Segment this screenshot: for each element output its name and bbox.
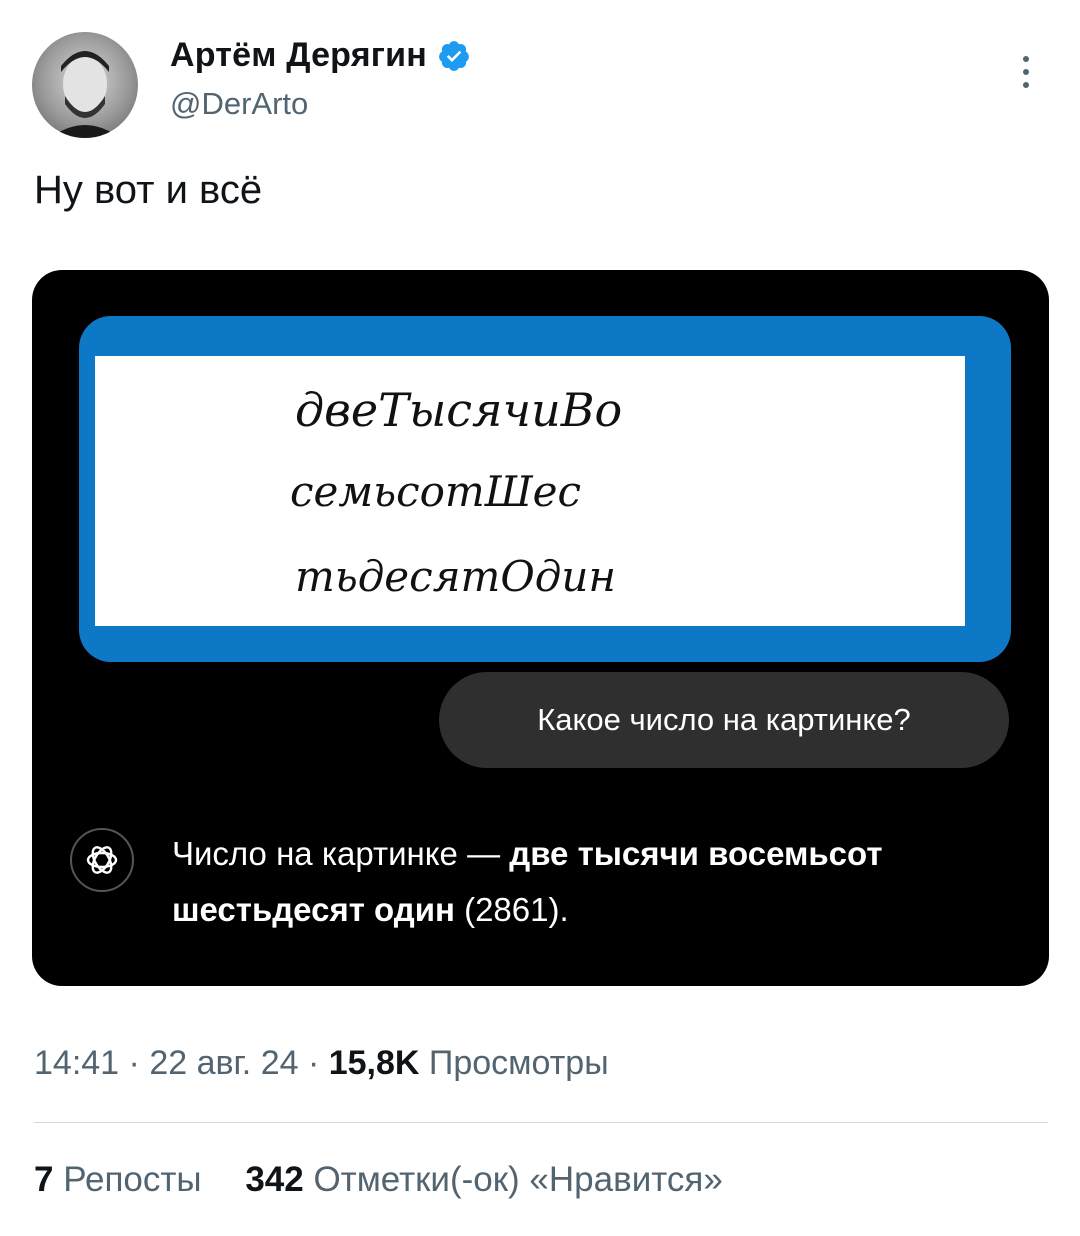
- likes-count: 342: [245, 1160, 304, 1199]
- author-name[interactable]: Артём Дерягин: [170, 36, 427, 75]
- views-label[interactable]: Просмотры: [419, 1044, 609, 1082]
- reposts-label: Репосты: [53, 1160, 202, 1199]
- verified-badge-icon: [439, 40, 469, 71]
- tweet-text: Ну вот и всё: [34, 168, 263, 212]
- handwriting-image: двеТысячиВо семьсотШес тьдесятОдин: [95, 356, 965, 626]
- tweet-stats: 7 Репосты 342 Отметки(-ок) «Нравится»: [34, 1160, 757, 1200]
- handwriting-line-1: двеТысячиВо: [295, 383, 622, 437]
- views-count[interactable]: 15,8K: [329, 1044, 420, 1082]
- answer-suffix: (2861).: [454, 891, 569, 928]
- likes-stat[interactable]: 342 Отметки(-ок) «Нравится»: [245, 1160, 722, 1199]
- user-prompt-text: Какое число на картинке?: [537, 702, 911, 737]
- tweet-media-image[interactable]: двеТысячиВо семьсотШес тьдесятОдин Какое…: [32, 270, 1049, 986]
- tweet-time[interactable]: 14:41: [34, 1044, 119, 1082]
- divider: [34, 1122, 1048, 1123]
- chatgpt-logo-icon: [70, 828, 134, 892]
- tweet-date[interactable]: 22 авг. 24: [149, 1044, 298, 1082]
- reposts-stat[interactable]: 7 Репосты: [34, 1160, 202, 1199]
- handwriting-svg: двеТысячиВо семьсотШес тьдесятОдин: [290, 383, 622, 601]
- meta-separator: ·: [119, 1044, 150, 1082]
- avatar[interactable]: [32, 32, 138, 138]
- meta-separator: ·: [298, 1044, 329, 1082]
- assistant-answer: Число на картинке — две тысячи восемьсот…: [172, 826, 892, 938]
- more-options-icon[interactable]: [1014, 56, 1038, 96]
- author-handle[interactable]: @DerArto: [170, 86, 308, 122]
- likes-label: Отметки(-ок) «Нравится»: [303, 1160, 723, 1199]
- user-prompt-bubble: Какое число на картинке?: [439, 672, 1009, 768]
- handwriting-line-3: тьдесятОдин: [295, 552, 616, 601]
- reposts-count: 7: [34, 1160, 54, 1199]
- answer-prefix: Число на картинке —: [172, 835, 510, 872]
- avatar-portrait: [50, 51, 120, 138]
- handwriting-line-2: семьсотШес: [290, 467, 581, 516]
- tweet-meta: 14:41 · 22 авг. 24 · 15,8K Просмотры: [34, 1044, 609, 1083]
